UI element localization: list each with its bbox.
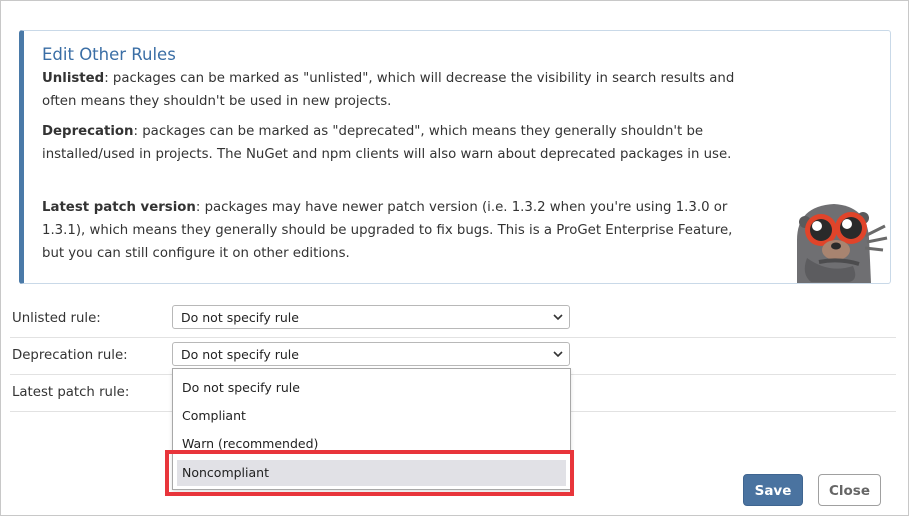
latest-patch-term: Latest patch version	[42, 200, 196, 215]
close-button[interactable]: Close	[818, 474, 881, 506]
dropdown-option-label: Do not specify rule	[182, 380, 300, 395]
chevron-down-icon	[553, 351, 563, 358]
dropdown-option[interactable]: Compliant	[173, 402, 570, 430]
unlisted-rule-select[interactable]: Do not specify rule	[172, 305, 570, 329]
deprecation-rule-value: Do not specify rule	[181, 347, 299, 362]
dropdown-option-label: Warn (recommended)	[182, 436, 319, 451]
dropdown-option[interactable]: Do not specify rule	[173, 374, 570, 402]
info-title: Edit Other Rules	[42, 45, 176, 64]
dialog-frame: Edit Other Rules Unlisted: packages can …	[0, 0, 909, 516]
latest-patch-rule-label: Latest patch rule:	[12, 385, 130, 400]
unlisted-description: Unlisted: packages can be marked as "unl…	[42, 67, 742, 113]
unlisted-rule-value: Do not specify rule	[181, 310, 299, 325]
deprecation-term: Deprecation	[42, 124, 134, 139]
deprecation-rule-label: Deprecation rule:	[12, 348, 128, 363]
latest-patch-description: Latest patch version: packages may have …	[42, 196, 742, 265]
info-box: Edit Other Rules Unlisted: packages can …	[19, 30, 891, 284]
unlisted-rule-row: Unlisted rule: Do not specify rule	[10, 300, 896, 338]
dropdown-option-label: Compliant	[182, 408, 246, 423]
chevron-down-icon	[553, 314, 563, 321]
deprecation-text: : packages can be marked as "deprecated"…	[42, 124, 732, 162]
highlight-box	[165, 450, 574, 496]
deprecation-description: Deprecation: packages can be marked as "…	[42, 120, 742, 166]
unlisted-text: : packages can be marked as "unlisted", …	[42, 71, 735, 109]
unlisted-rule-label: Unlisted rule:	[12, 311, 101, 326]
save-button[interactable]: Save	[743, 474, 803, 506]
otter-mascot-icon	[779, 178, 889, 283]
unlisted-term: Unlisted	[42, 71, 105, 86]
deprecation-rule-select[interactable]: Do not specify rule	[172, 342, 570, 366]
